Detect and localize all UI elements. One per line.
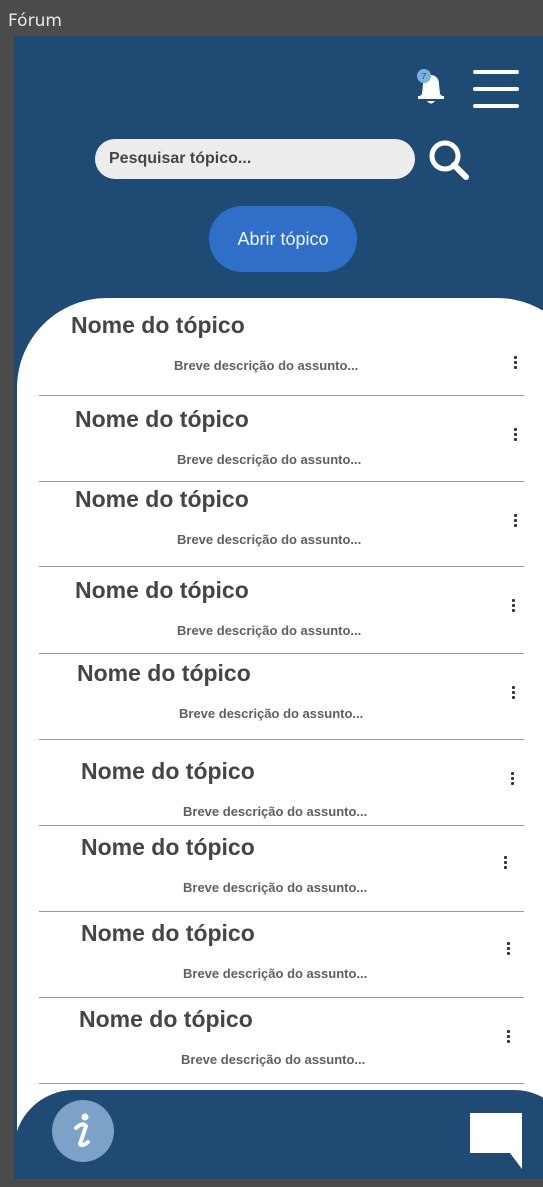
chat-bubble-icon[interactable] bbox=[468, 1111, 524, 1171]
topic-row[interactable]: Nome do tópico Breve descrição do assunt… bbox=[39, 396, 524, 482]
topic-description: Breve descrição do assunto... bbox=[183, 880, 368, 895]
kebab-menu-icon[interactable] bbox=[508, 426, 522, 446]
open-topic-button[interactable]: Abrir tópico bbox=[209, 206, 357, 272]
topic-description: Breve descrição do assunto... bbox=[183, 966, 368, 981]
topic-description: Breve descrição do assunto... bbox=[183, 804, 368, 819]
topic-title: Nome do tópico bbox=[71, 312, 245, 338]
kebab-menu-icon[interactable] bbox=[505, 770, 519, 790]
topic-title: Nome do tópico bbox=[77, 660, 251, 686]
topic-title: Nome do tópico bbox=[75, 406, 249, 432]
topic-description: Breve descrição do assunto... bbox=[177, 452, 362, 467]
kebab-menu-icon[interactable] bbox=[501, 1028, 515, 1048]
kebab-menu-icon[interactable] bbox=[506, 597, 520, 617]
topic-row[interactable]: Nome do tópico Breve descrição do assunt… bbox=[39, 654, 524, 740]
topic-row[interactable]: Nome do tópico Breve descrição do assunt… bbox=[39, 826, 524, 912]
topic-title: Nome do tópico bbox=[79, 1006, 253, 1032]
notification-count: 7 bbox=[422, 72, 427, 81]
kebab-menu-icon[interactable] bbox=[506, 684, 520, 704]
topic-description: Breve descrição do assunto... bbox=[177, 532, 362, 547]
topic-title: Nome do tópico bbox=[75, 486, 249, 512]
bell-icon[interactable]: 7 bbox=[414, 68, 448, 108]
topic-row[interactable]: Nome do tópico Breve descrição do assunt… bbox=[39, 306, 524, 396]
kebab-menu-icon[interactable] bbox=[508, 354, 522, 374]
hamburger-menu-icon[interactable] bbox=[473, 68, 519, 110]
topic-row[interactable]: Nome do tópico Breve descrição do assunt… bbox=[39, 482, 524, 567]
kebab-menu-icon[interactable] bbox=[501, 940, 515, 960]
topic-row[interactable]: Nome do tópico Breve descrição do assunt… bbox=[39, 912, 524, 998]
topic-row[interactable]: Nome do tópico Breve descrição do assunt… bbox=[39, 998, 524, 1084]
topic-description: Breve descrição do assunto... bbox=[177, 623, 362, 638]
window-title: Fórum bbox=[6, 6, 543, 36]
topic-title: Nome do tópico bbox=[81, 920, 255, 946]
app-window: Fórum 7 Abrir tópico Nome do tópico bbox=[0, 0, 543, 1187]
info-icon bbox=[74, 1113, 90, 1148]
forum-screen: 7 Abrir tópico Nome do tópico Breve desc… bbox=[14, 36, 543, 1179]
kebab-menu-icon[interactable] bbox=[498, 854, 512, 874]
topic-title: Nome do tópico bbox=[81, 834, 255, 860]
info-button[interactable] bbox=[52, 1100, 114, 1162]
topic-row[interactable]: Nome do tópico Breve descrição do assunt… bbox=[39, 740, 524, 826]
search-input[interactable] bbox=[95, 139, 415, 179]
topic-row[interactable]: Nome do tópico Breve descrição do assunt… bbox=[39, 567, 524, 654]
kebab-menu-icon[interactable] bbox=[508, 512, 522, 532]
topic-title: Nome do tópico bbox=[75, 577, 249, 603]
topic-description: Breve descrição do assunto... bbox=[174, 358, 359, 373]
topic-description: Breve descrição do assunto... bbox=[181, 1052, 366, 1067]
search-icon[interactable] bbox=[427, 138, 471, 182]
topic-description: Breve descrição do assunto... bbox=[179, 706, 364, 721]
topic-title: Nome do tópico bbox=[81, 758, 255, 784]
